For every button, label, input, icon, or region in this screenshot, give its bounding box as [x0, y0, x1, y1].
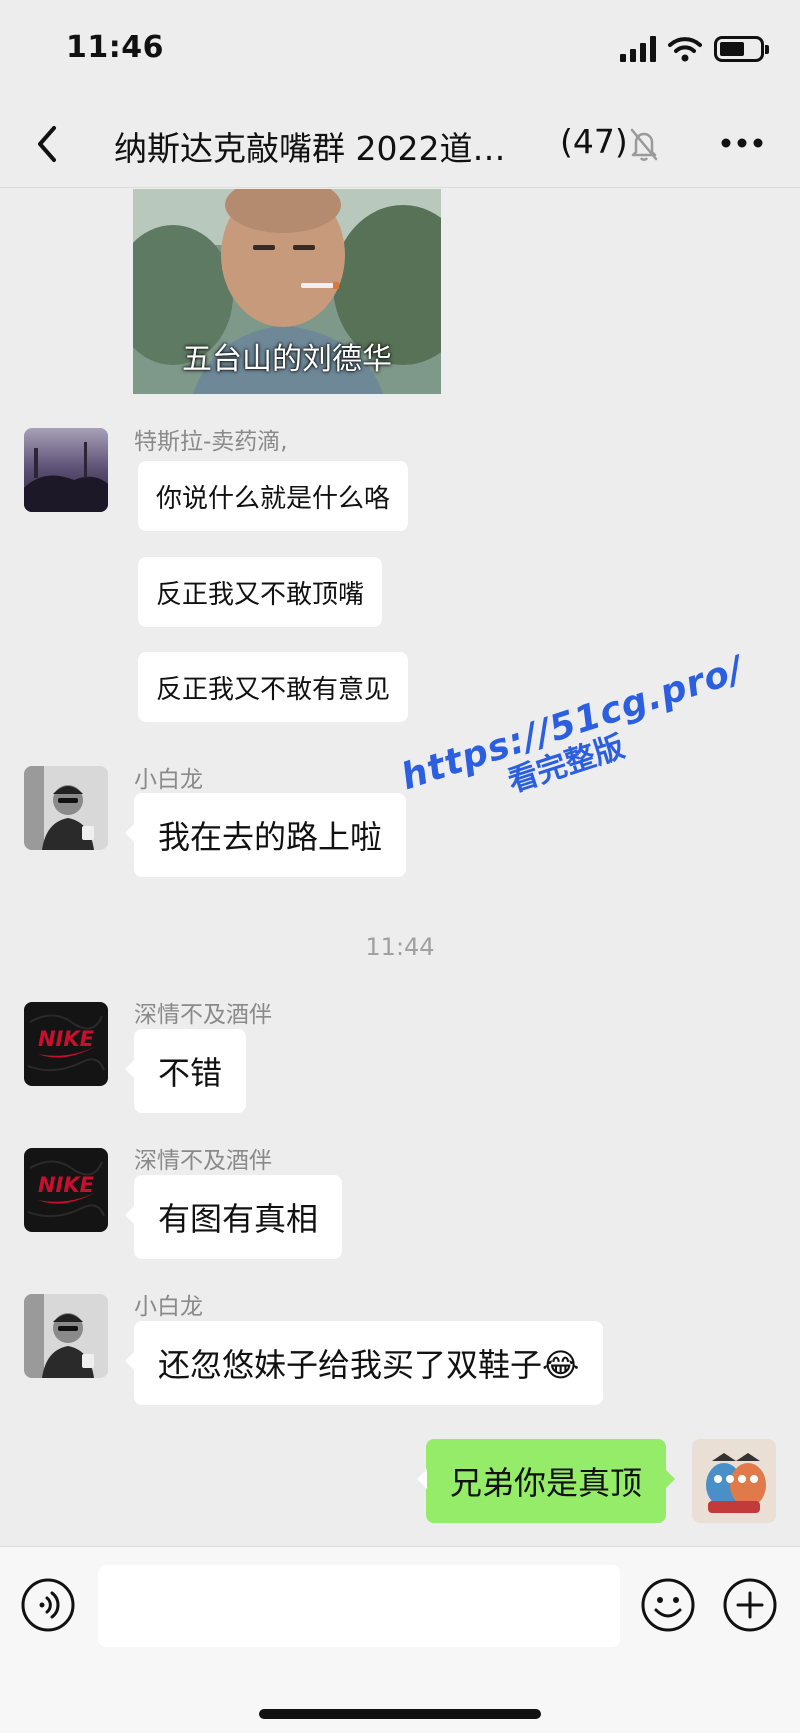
- message-bubble[interactable]: 不错: [124, 1029, 247, 1113]
- emoji-icon[interactable]: [640, 1577, 696, 1633]
- svg-text:NIKE: NIKE: [38, 1173, 95, 1197]
- avatar-nike[interactable]: NIKE: [24, 1148, 108, 1232]
- time-separator: 11:44: [365, 933, 435, 961]
- message-bubble[interactable]: 反正我又不敢有意见: [138, 652, 409, 722]
- voice-input-icon[interactable]: [20, 1577, 76, 1633]
- message-input[interactable]: [98, 1565, 620, 1647]
- back-arrow-icon[interactable]: [28, 120, 68, 168]
- message-bubble[interactable]: 还忽悠妹子给我买了双鞋子😂: [124, 1321, 604, 1405]
- mute-bell-icon: [630, 128, 658, 161]
- status-bar: 11:46: [0, 0, 800, 100]
- chat-area[interactable]: 五台山的刘德华 特斯拉-卖药滴, 你说什么就是什么咯 反正我又不敢顶嘴 反正我又…: [0, 189, 800, 1546]
- meme-image[interactable]: 五台山的刘德华: [133, 189, 441, 394]
- svg-text:NIKE: NIKE: [38, 1027, 95, 1051]
- sender-name: 特斯拉-卖药滴,: [134, 429, 288, 455]
- home-indicator[interactable]: [259, 1709, 541, 1719]
- avatar-nike[interactable]: NIKE: [24, 1002, 108, 1086]
- avatar-tesla[interactable]: [24, 428, 108, 512]
- message-bubble[interactable]: 你说什么就是什么咯: [138, 461, 409, 531]
- message-bubble[interactable]: 反正我又不敢顶嘴: [138, 557, 383, 627]
- sender-name: 深情不及酒伴: [134, 1002, 272, 1028]
- my-message-bubble[interactable]: 兄弟你是真顶: [416, 1439, 676, 1523]
- plus-icon[interactable]: [722, 1577, 778, 1633]
- avatar-xiaobailong[interactable]: [24, 1294, 108, 1378]
- status-icons: [620, 36, 769, 62]
- sender-name: 深情不及酒伴: [134, 1148, 272, 1174]
- message-bubble[interactable]: 有图有真相: [124, 1175, 343, 1259]
- message-bubble[interactable]: 我在去的路上啦: [124, 793, 407, 877]
- chat-title: 纳斯达克敲嘴群 2022道…: [114, 129, 506, 168]
- wifi-icon: [668, 37, 702, 62]
- member-count: (47): [560, 122, 628, 161]
- meme-caption: 五台山的刘德华: [182, 342, 392, 377]
- input-bar: [0, 1546, 800, 1733]
- avatar-xiaobailong[interactable]: [24, 766, 108, 850]
- watermark: https://51cg.pro/ 看完整版: [396, 649, 748, 829]
- nav-bar: 纳斯达克敲嘴群 2022道… (47): [0, 100, 800, 188]
- sender-name: 小白龙: [134, 767, 203, 793]
- status-time: 11:46: [66, 30, 164, 65]
- avatar-me[interactable]: [692, 1439, 776, 1523]
- more-options-icon[interactable]: [720, 136, 764, 150]
- cellular-signal-icon: [620, 36, 656, 62]
- battery-icon: [714, 36, 769, 62]
- sender-name: 小白龙: [134, 1294, 203, 1320]
